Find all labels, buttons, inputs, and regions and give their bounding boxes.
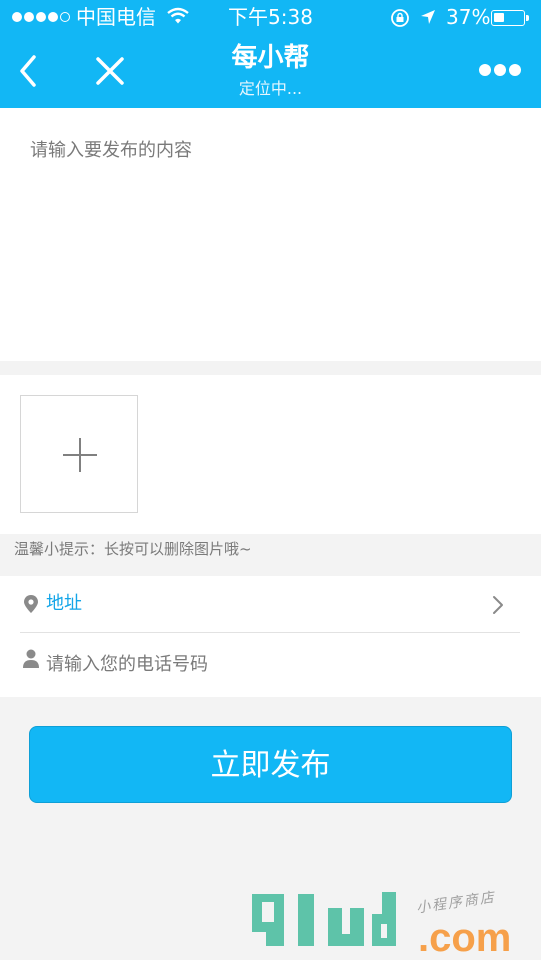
address-label: 地址 xyxy=(46,593,82,614)
rotation-lock-icon xyxy=(391,9,409,27)
battery-tip xyxy=(526,15,529,21)
watermark-tagline: 小程序商店 xyxy=(415,889,497,917)
add-photo-button[interactable] xyxy=(20,395,138,513)
watermark-suffix: .com xyxy=(418,916,512,960)
form-section: 地址 xyxy=(0,576,541,697)
location-arrow-icon xyxy=(421,10,435,24)
nav-bar: 每小帮 定位中... xyxy=(0,36,541,108)
person-icon xyxy=(23,649,39,668)
photo-tip: 温馨小提示：长按可以删除图片哦~ xyxy=(14,540,252,558)
more-icon[interactable] xyxy=(479,64,521,78)
battery-icon xyxy=(491,10,525,26)
app-header: 中国电信 下午5:38 37% 每小帮 定位中... xyxy=(0,0,541,108)
plus-icon-vertical xyxy=(79,438,81,472)
chevron-right-icon xyxy=(493,596,503,614)
photo-section xyxy=(0,375,541,534)
content-input[interactable] xyxy=(14,136,540,346)
page-subtitle: 定位中... xyxy=(238,79,303,98)
address-row[interactable]: 地址 xyxy=(20,576,520,633)
watermark-logo xyxy=(252,892,396,946)
content-section xyxy=(0,108,541,361)
page-title: 每小帮 xyxy=(231,43,310,73)
phone-input[interactable] xyxy=(46,652,486,676)
phone-row xyxy=(20,636,520,692)
battery-percent: 37% xyxy=(446,5,491,29)
location-pin-icon xyxy=(24,595,38,613)
status-bar: 中国电信 下午5:38 37% xyxy=(0,0,541,36)
publish-button[interactable]: 立即发布 xyxy=(29,726,512,803)
